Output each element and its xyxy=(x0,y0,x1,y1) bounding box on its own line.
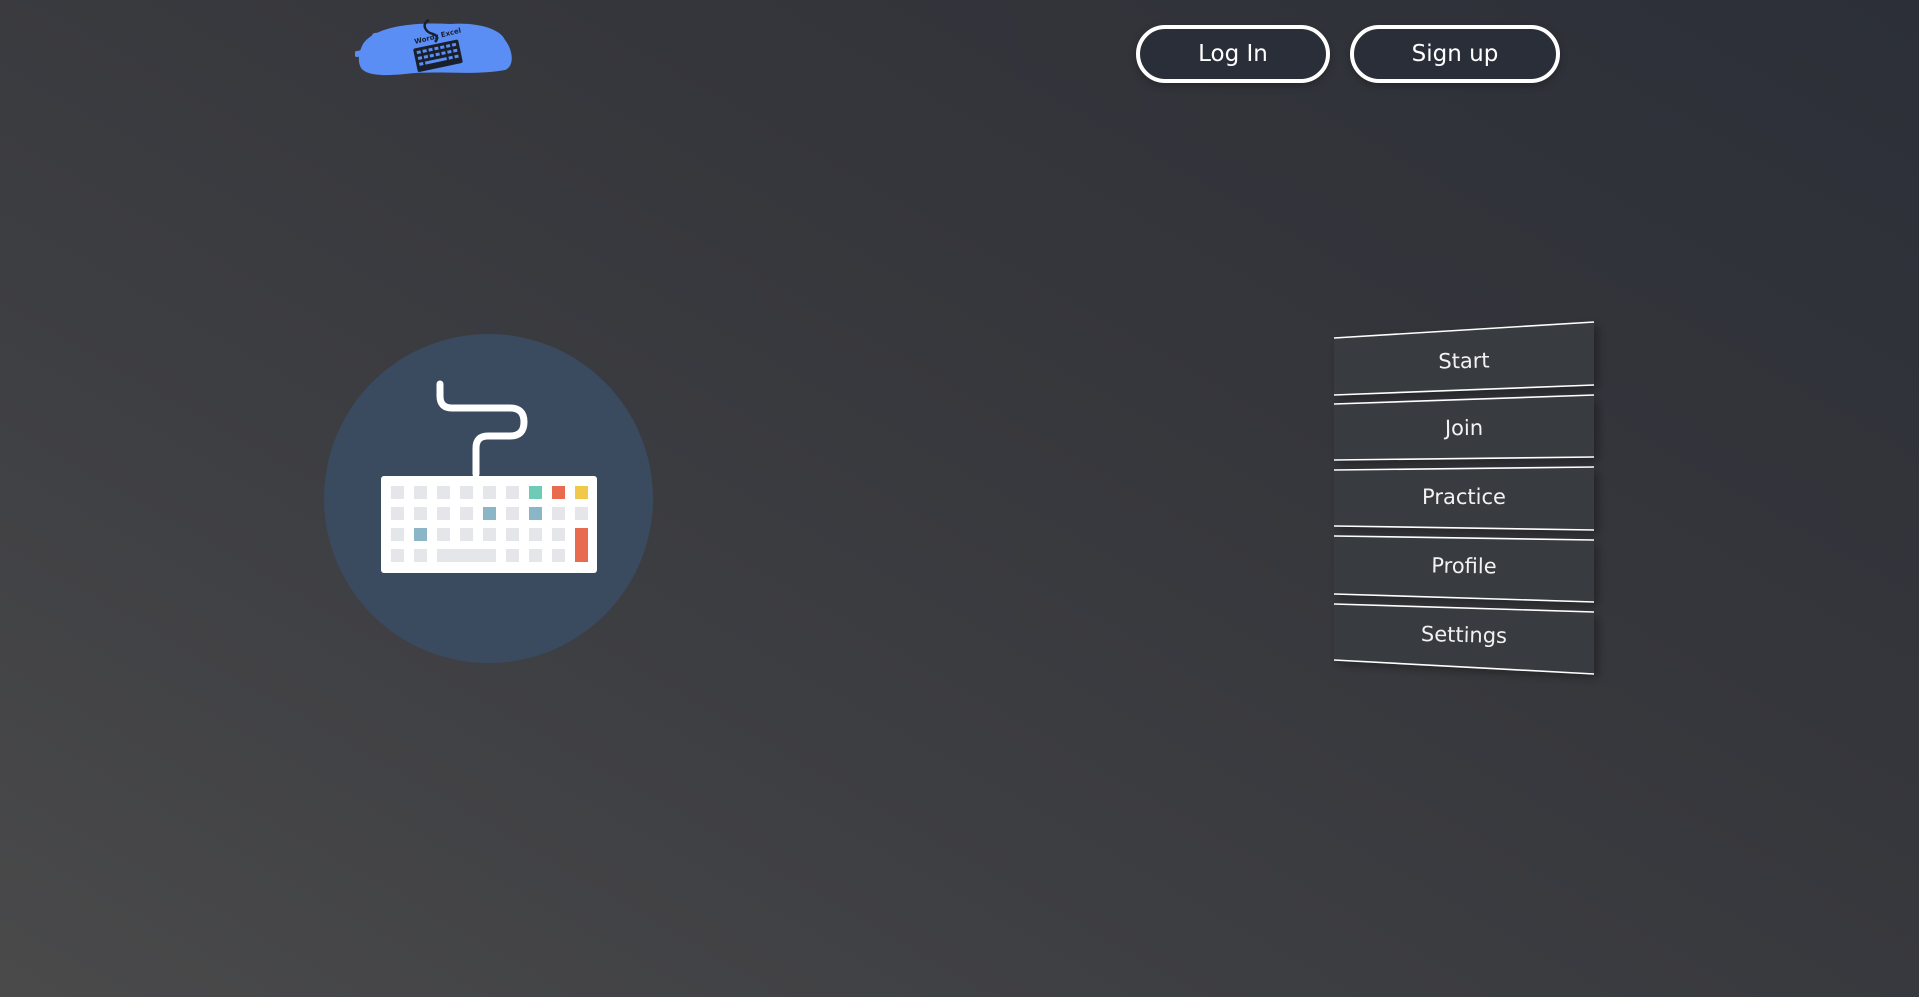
menu-item-start[interactable]: Start xyxy=(1334,333,1595,388)
main-menu: Start Join Practice Profile Settings xyxy=(1333,320,1595,676)
menu-item-practice[interactable]: Practice xyxy=(1334,472,1594,522)
keyboard-icon xyxy=(324,334,653,663)
menu-item-settings[interactable]: Settings xyxy=(1333,607,1594,663)
menu-item-profile[interactable]: Profile xyxy=(1334,539,1595,593)
hero-keyboard-illustration xyxy=(324,334,653,663)
menu-item-join[interactable]: Join xyxy=(1334,402,1594,454)
site-logo[interactable]: Wordz Excel xyxy=(354,14,520,80)
signup-button[interactable]: Sign up xyxy=(1350,25,1560,83)
logo-brush-keyboard-icon: Wordz Excel xyxy=(354,18,512,76)
login-button[interactable]: Log In xyxy=(1136,25,1330,83)
